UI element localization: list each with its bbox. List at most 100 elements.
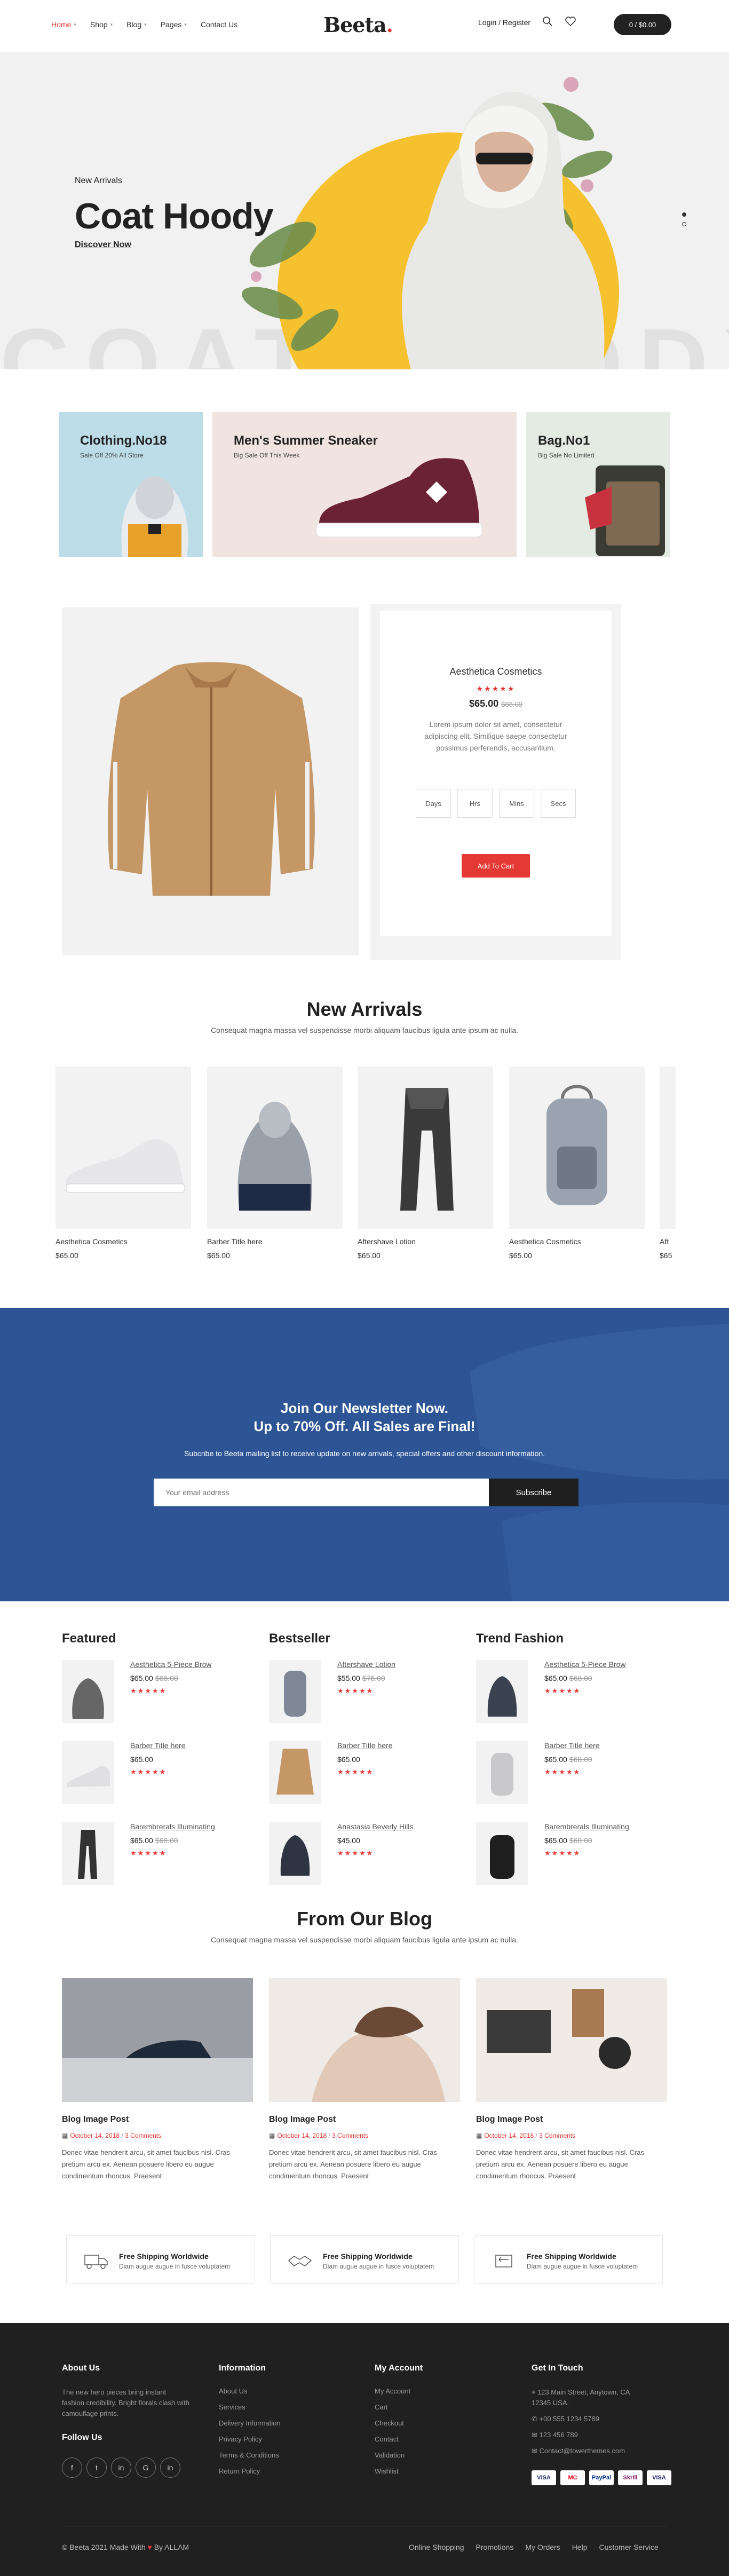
blog-post-title[interactable]: Blog Image Post [476, 2115, 543, 2124]
login-register-link[interactable]: Login / Register [478, 18, 530, 27]
footer-bottom-link[interactable]: Help [572, 2543, 588, 2551]
slider-dot-2[interactable] [682, 222, 686, 226]
deal-product-image[interactable] [62, 607, 359, 955]
banner-sneaker[interactable]: Men's Summer Sneaker Big Sale Off This W… [212, 412, 517, 557]
list-item-name[interactable]: Barembrerals Illuminating [130, 1822, 215, 1831]
nav-blog[interactable]: Blog ▾ [126, 20, 147, 29]
product-name[interactable]: Aft [660, 1237, 669, 1246]
email-text[interactable]: Contact@towerthemes.com [540, 2447, 625, 2455]
list-item-image[interactable] [62, 1822, 114, 1885]
list-item-price: $55.00 [337, 1674, 360, 1682]
footer-link[interactable]: Privacy Policy [219, 2435, 262, 2443]
add-to-cart-button[interactable]: Add To Cart [462, 854, 530, 878]
site-header: Home ▾ Shop ▾ Blog ▾ Pages ▾ Contact Us Beet… [0, 0, 729, 52]
footer-link[interactable]: Return Policy [219, 2467, 260, 2475]
footer-info-title: Information [219, 2364, 266, 2373]
list-item-image[interactable] [269, 1660, 321, 1723]
list-item-image[interactable] [62, 1660, 114, 1723]
discover-now-link[interactable]: Discover Now [75, 240, 131, 250]
list-item-image[interactable] [476, 1660, 528, 1723]
list-item-name[interactable]: Aesthetica 5-Piece Brow [130, 1660, 212, 1669]
blog-comments[interactable]: 3 Comments [539, 2132, 575, 2139]
instagram-icon[interactable]: in [111, 2458, 131, 2478]
blog-post-title[interactable]: Blog Image Post [62, 2115, 129, 2124]
footer-link[interactable]: Services [219, 2403, 245, 2411]
chevron-down-icon: ▾ [144, 21, 147, 27]
search-icon[interactable] [542, 16, 553, 28]
product-card-image[interactable] [509, 1066, 645, 1229]
product-card-image[interactable] [56, 1066, 191, 1229]
calendar-icon: ▦ [476, 2132, 482, 2139]
nav-shop[interactable]: Shop ▾ [90, 20, 113, 29]
footer-link[interactable]: Validation [375, 2451, 405, 2459]
twitter-icon[interactable]: t [86, 2458, 107, 2478]
header-actions: Login / Register [478, 16, 576, 28]
email-input[interactable] [154, 1479, 489, 1506]
paypal-icon: PayPal [589, 2470, 614, 2485]
list-item-image[interactable] [269, 1741, 321, 1804]
slider-dot-1[interactable] [682, 212, 686, 217]
footer-bottom-link[interactable]: Promotions [476, 2543, 514, 2551]
product-price: $65.00 [509, 1251, 532, 1260]
blog-comments[interactable]: 3 Comments [125, 2132, 161, 2139]
blog-image[interactable] [62, 1978, 253, 2102]
footer-bottom-link[interactable]: Customer Service [599, 2543, 658, 2551]
blog-comments[interactable]: 3 Comments [332, 2132, 368, 2139]
banner-clothing[interactable]: Clothing.No18 Sale Off 20% All Store [59, 412, 203, 557]
list-item-name[interactable]: Aftershave Lotion [337, 1660, 395, 1669]
list-item-price-row: $45.00 [337, 1836, 362, 1845]
product-card-image-partial[interactable] [660, 1066, 676, 1229]
nav-home[interactable]: Home ▾ [51, 20, 76, 29]
blog-image[interactable] [476, 1978, 667, 2102]
list-item-name[interactable]: Barembrerals Illuminating [544, 1822, 629, 1831]
list-item-name[interactable]: Barber Title here [130, 1741, 186, 1750]
blog-date: October 14, 2018 [70, 2132, 120, 2139]
blog-post-title[interactable]: Blog Image Post [269, 2115, 336, 2124]
footer-link[interactable]: Terms & Conditions [219, 2451, 279, 2459]
contact-address: ⌖ 123 Main Street, Anytown, CA 12345 USA… [532, 2387, 638, 2408]
list-item-image[interactable] [269, 1822, 321, 1885]
linkedin-icon[interactable]: in [160, 2458, 180, 2478]
footer-bottom-link[interactable]: My Orders [525, 2543, 560, 2551]
cart-button[interactable]: 0 / $0.00 [614, 14, 671, 35]
feature-subtitle: Diam augue augue in fusce voluptatem [119, 2263, 231, 2270]
nav-pages[interactable]: Pages ▾ [161, 20, 187, 29]
list-item-name[interactable]: Barber Title here [337, 1741, 393, 1750]
footer-link[interactable]: About Us [219, 2387, 247, 2395]
list-item-name[interactable]: Anastasia Beverly Hills [337, 1822, 413, 1831]
product-name[interactable]: Aesthetica Cosmetics [56, 1237, 128, 1246]
logo-text: Beeta [323, 13, 387, 37]
hero-title: Coat Hoody [75, 196, 274, 236]
list-item-rating: ★★★★★ [130, 1768, 167, 1776]
footer-bottom-link[interactable]: Online Shopping [409, 2543, 464, 2551]
facebook-icon[interactable]: f [62, 2458, 82, 2478]
footer-link[interactable]: Delivery Information [219, 2419, 281, 2427]
subscribe-button[interactable]: Subscribe [489, 1479, 579, 1506]
site-logo[interactable]: Beeta. [323, 13, 393, 37]
nav-contact[interactable]: Contact Us [201, 20, 237, 29]
footer-link[interactable]: My Account [375, 2387, 410, 2395]
banner-bag[interactable]: Bag.No1 Big Sale No Limited [526, 412, 670, 557]
product-card-image[interactable] [358, 1066, 493, 1229]
list-item-price-row: $65.00 $68.00 [130, 1674, 178, 1682]
footer-contact-title: Get In Touch [532, 2364, 583, 2373]
list-item-image[interactable] [476, 1741, 528, 1804]
newsletter-title-2: Up to 70% Off. All Sales are Final! [253, 1418, 476, 1434]
heart-icon[interactable] [565, 16, 576, 28]
product-name[interactable]: Barber Title here [207, 1237, 263, 1246]
google-icon[interactable]: G [136, 2458, 156, 2478]
footer-link[interactable]: Contact [375, 2435, 399, 2443]
footer-link[interactable]: Wishlist [375, 2467, 399, 2475]
copyright-text: © Beeta 2021 Made With [62, 2543, 146, 2551]
product-name[interactable]: Aesthetica Cosmetics [509, 1237, 581, 1246]
footer-link[interactable]: Cart [375, 2403, 388, 2411]
list-item-name[interactable]: Barber Title here [544, 1741, 600, 1750]
blog-image[interactable] [269, 1978, 460, 2102]
list-item-image[interactable] [476, 1822, 528, 1885]
list-item-image[interactable] [62, 1741, 114, 1804]
list-item-price-row: $65.00 $68.00 [130, 1836, 178, 1845]
list-item-name[interactable]: Aesthetica 5-Piece Brow [544, 1660, 626, 1669]
product-card-image[interactable] [207, 1066, 343, 1229]
product-name[interactable]: Aftershave Lotion [358, 1237, 416, 1246]
footer-link[interactable]: Checkout [375, 2419, 404, 2427]
